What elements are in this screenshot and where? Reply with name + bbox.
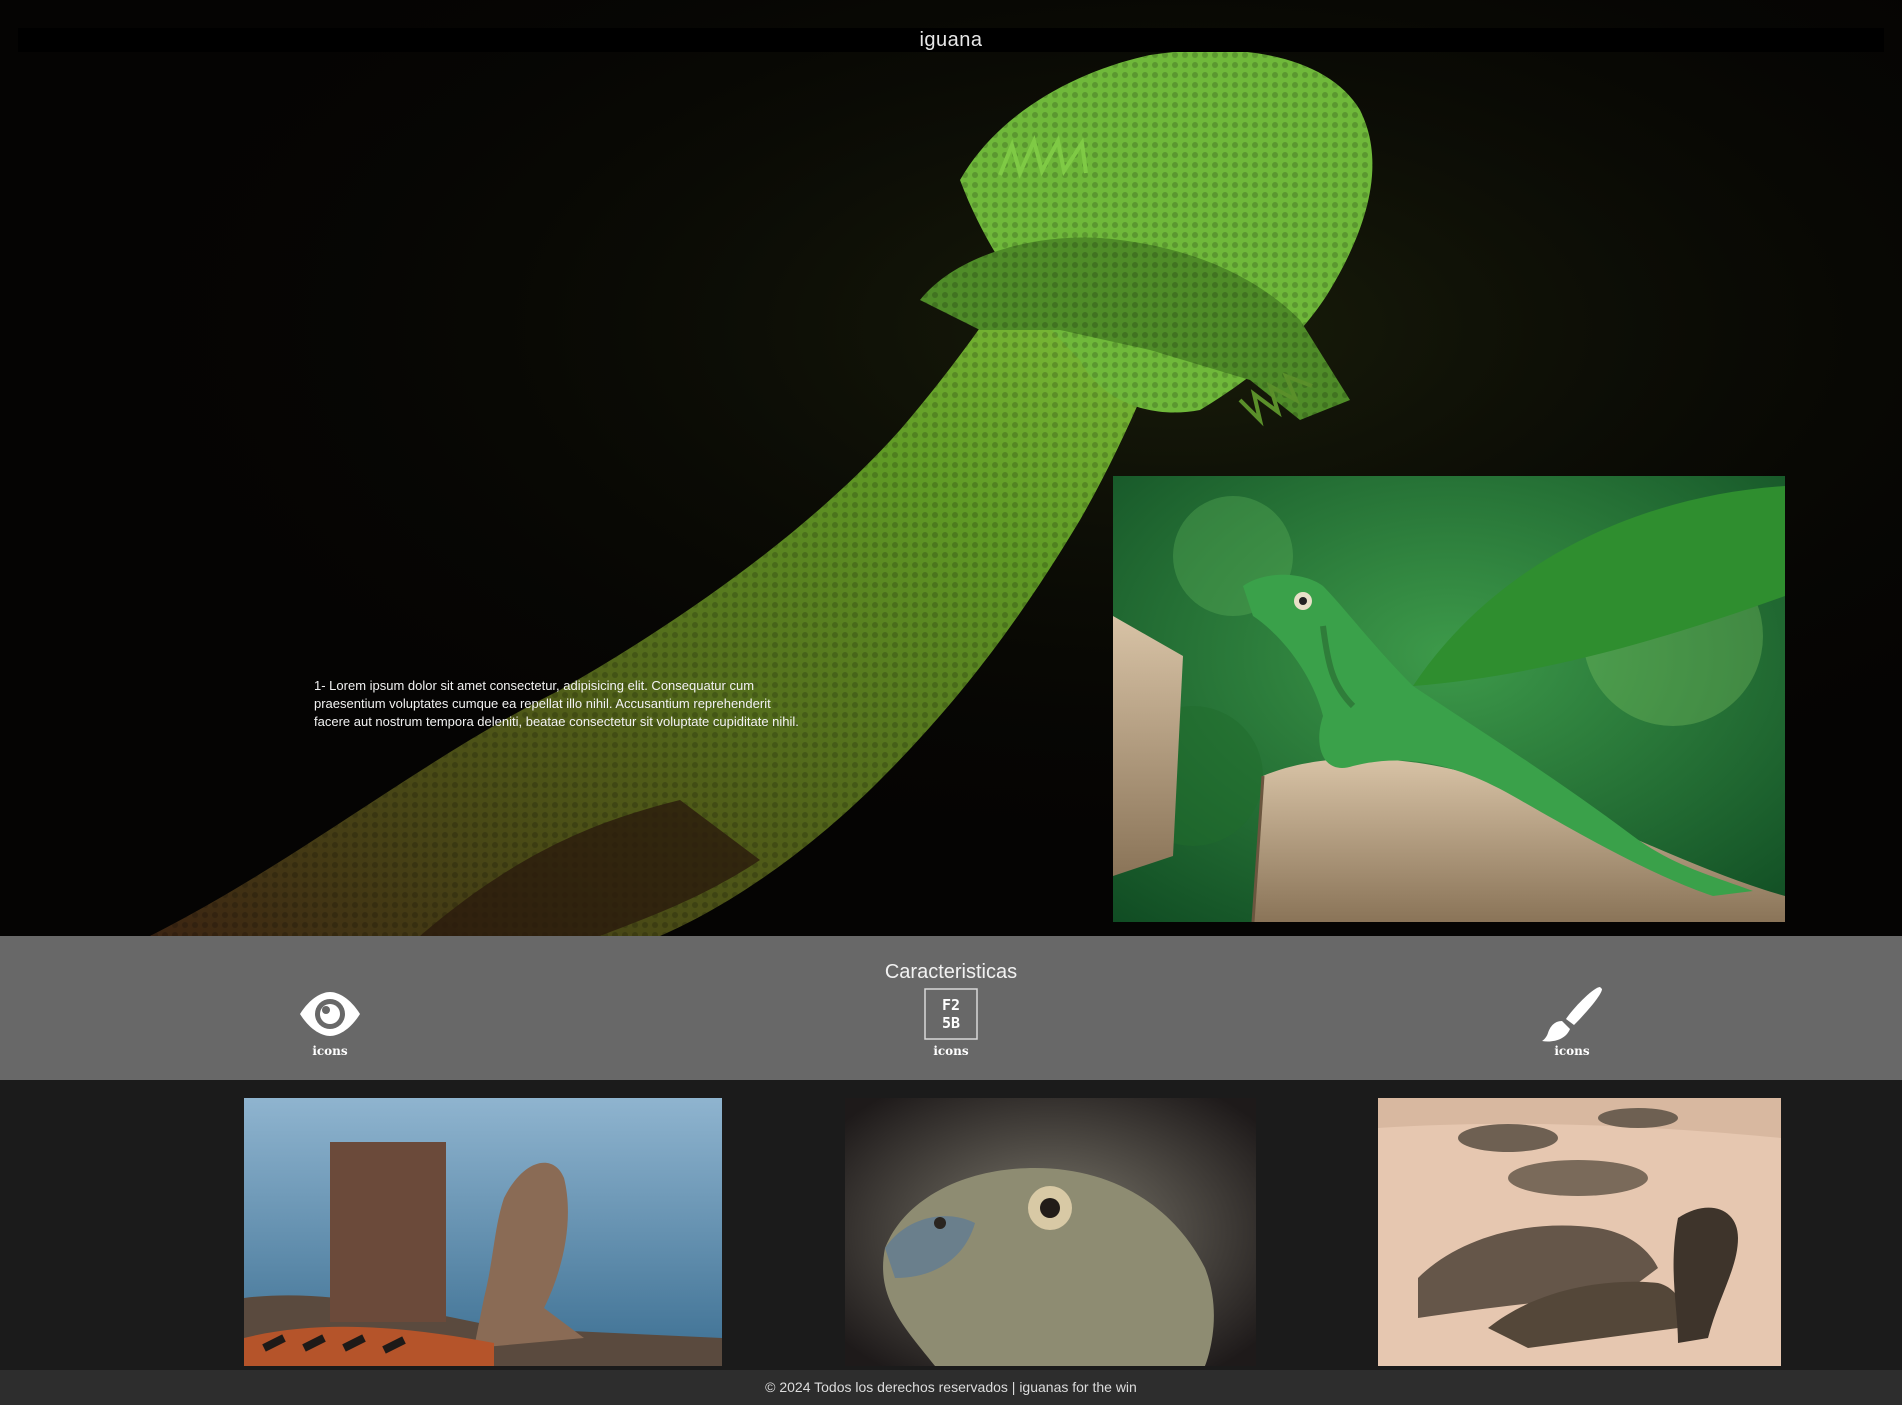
broken-image-icon: F2 5B [891,986,1011,1042]
hero-description: 1- Lorem ipsum dolor sit amet consectetu… [314,678,799,729]
eye-icon [270,986,390,1042]
iguana-on-stump-photo [1113,476,1785,922]
feature-item-eye: icons [270,986,390,1058]
gallery-section [0,1080,1902,1370]
feature-item-broken-image: F2 5B icons [891,986,1011,1058]
features-title: Caracteristicas [884,961,1018,983]
footer: © 2024 Todos los derechos reservados | i… [0,1370,1902,1405]
paint-brush-icon [1512,986,1632,1042]
feature-label: icons [1554,1044,1590,1058]
feature-label: icons [933,1044,969,1058]
copyright-text: © 2024 Todos los derechos reservados | i… [765,1379,1137,1395]
hero-section: iguana 1- Lorem ipsum dolor sit amet con… [0,0,1902,936]
page: iguana 1- Lorem ipsum dolor sit amet con… [0,0,1902,1405]
svg-text:5B: 5B [942,1014,960,1032]
gallery-image-iguana-beach [244,1098,722,1366]
feature-item-brush: icons [1512,986,1632,1058]
gallery-image-iguana-group [1378,1098,1781,1366]
gallery-image-iguana-face [845,1098,1256,1366]
feature-label: icons [312,1044,348,1058]
features-section: Caracteristicas icons F2 5B icons icons [0,936,1902,1080]
page-title: iguana [18,28,1884,52]
svg-text:F2: F2 [942,996,960,1014]
